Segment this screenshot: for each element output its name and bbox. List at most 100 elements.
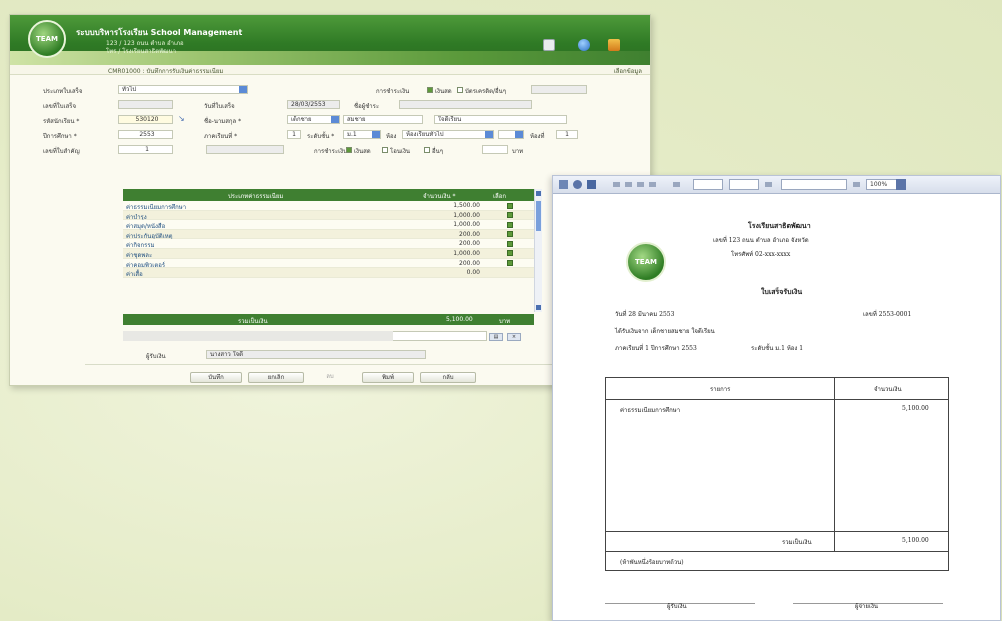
credit-radio[interactable]	[457, 87, 463, 93]
fee-select-checkbox[interactable]	[507, 202, 513, 209]
fee-select-checkbox[interactable]	[507, 212, 513, 219]
table-row[interactable]: ค่าบำรุง 1,000.00	[123, 210, 534, 221]
next-page-icon[interactable]	[637, 182, 644, 187]
table-row[interactable]: ค่าธรรมเนียมการศึกษา 1,500.00	[123, 201, 534, 211]
table-scrollbar[interactable]	[534, 189, 542, 312]
save-button[interactable]: บันทึก	[190, 372, 242, 383]
scroll-down-icon[interactable]	[536, 305, 541, 310]
print-button[interactable]: พิมพ์	[362, 372, 414, 383]
refresh-icon[interactable]	[573, 180, 582, 189]
cashier-value: นางสาว ใจดี	[210, 351, 244, 358]
receipt-date: วันที่ 28 มีนาคม 2553	[615, 311, 675, 318]
last-page-icon[interactable]	[649, 182, 656, 187]
term-field[interactable]: 1	[287, 130, 301, 139]
total-bar: รวมเป็นเงิน 5,100.00 บาท	[123, 314, 534, 325]
receipt-total-label: รวมเป็นเงิน	[782, 539, 812, 546]
table-row[interactable]: ค่าชุดพละ 1,000.00	[123, 248, 534, 259]
receipt-date-value: 28/03/2553	[291, 101, 326, 108]
find-next-icon[interactable]	[853, 182, 860, 187]
table-row[interactable]: ค่าเสื้อ 0.00	[123, 268, 534, 278]
first-name-field[interactable]: สมชาย	[343, 115, 423, 124]
term-label: ภาคเรียนที่ *	[204, 133, 238, 140]
fee-select-checkbox[interactable]	[507, 260, 513, 267]
level-select[interactable]: ม.1	[343, 130, 381, 139]
transfer-check[interactable]	[382, 147, 388, 153]
chevron-down-icon[interactable]	[372, 131, 380, 138]
level-label: ระดับชั้น *	[307, 133, 335, 140]
level-value: ม.1	[347, 131, 357, 138]
student-id-field[interactable]: 530120	[118, 115, 173, 124]
chevron-down-icon[interactable]	[331, 116, 339, 123]
globe-icon[interactable]	[578, 39, 590, 51]
receipt-type-label: ประเภทใบเสร็จ	[43, 88, 83, 95]
room-type-select[interactable]: ห้องเรียนทั่วไป	[402, 130, 494, 139]
cash-check-label: เงินสด	[354, 148, 371, 155]
cashier-field[interactable]: นางสาว ใจดี	[206, 350, 426, 359]
fee-select-checkbox[interactable]	[507, 221, 513, 228]
other-check-label: อื่นๆ	[432, 148, 443, 155]
print-icon[interactable]	[587, 180, 596, 189]
chevron-down-icon[interactable]	[239, 86, 247, 93]
receipt-item-1-amount: 5,100.00	[902, 405, 929, 412]
page-number-field[interactable]	[693, 179, 723, 190]
fee-select-checkbox[interactable]	[507, 231, 513, 238]
exit-icon[interactable]	[608, 39, 620, 51]
academic-year-label: ปีการศึกษา *	[43, 133, 77, 140]
back-button[interactable]: กลับ	[420, 372, 476, 383]
first-page-icon[interactable]	[613, 182, 620, 187]
delete-button[interactable]: ลบ	[310, 372, 350, 383]
fee-select-checkbox[interactable]	[507, 240, 513, 247]
cash-radio[interactable]	[427, 87, 433, 93]
receipt-logo-text: TEAM	[635, 258, 657, 266]
table-row[interactable]: ค่าคอมพิวเตอร์ 200.00	[123, 258, 534, 269]
chevron-down-icon[interactable]	[896, 179, 906, 190]
fee-amount: 200.00	[459, 230, 480, 238]
receipt-type-select[interactable]: ทั่วไป	[118, 85, 248, 94]
academic-year-field[interactable]: 2553	[118, 130, 173, 139]
receipt-item-1: ค่าธรรมเนียมการศึกษา	[620, 407, 681, 414]
lookup-icon[interactable]: ↘	[178, 115, 186, 123]
table-row[interactable]: ค่าประกันอุบัติเหตุ 200.00	[123, 229, 534, 240]
scroll-up-icon[interactable]	[536, 191, 541, 196]
other-check[interactable]	[424, 147, 430, 153]
export-icon[interactable]	[559, 180, 568, 189]
chevron-down-icon[interactable]	[485, 131, 493, 138]
table-row[interactable]: ค่ากิจกรรม 200.00	[123, 239, 534, 249]
find-field[interactable]	[781, 179, 847, 190]
print-icon[interactable]	[543, 39, 555, 51]
find-icon[interactable]	[765, 182, 772, 187]
total-label: รวมเป็นเงิน	[238, 318, 268, 325]
last-name-field[interactable]: ใจดีเรียน	[434, 115, 567, 124]
prev-page-icon[interactable]	[625, 182, 632, 187]
signature-payer: ผู้จ่ายเงิน	[855, 603, 878, 610]
receipt-no-field[interactable]	[118, 100, 173, 109]
receipt-term: ภาคเรียนที่ 1 ปีการศึกษา 2553	[615, 345, 697, 352]
fee-amount: 1,000.00	[453, 211, 480, 219]
payment-ref-field[interactable]	[531, 85, 587, 94]
fee-select-checkbox[interactable]	[507, 250, 513, 257]
level-short-select[interactable]	[498, 130, 524, 139]
cancel-button[interactable]: ยกเลิก	[248, 372, 304, 383]
calc-button[interactable]: ▤	[489, 333, 503, 341]
room-field[interactable]: 1	[556, 130, 578, 139]
last-name-value: ใจดีเรียน	[438, 116, 462, 123]
name-prefix-select[interactable]: เด็กชาย	[287, 115, 340, 124]
receipt-school-name: โรงเรียนสาธิตพัฒนา	[748, 221, 811, 230]
receipt-date-field[interactable]: 28/03/2553	[287, 100, 340, 109]
logo-text: TEAM	[36, 35, 58, 43]
page-indicator	[673, 182, 680, 187]
cash-check[interactable]	[346, 147, 352, 153]
table-row[interactable]: ค่าสมุด/หนังสือ 1,000.00	[123, 220, 534, 230]
scroll-thumb[interactable]	[536, 201, 541, 231]
voucher-detail-field[interactable]	[206, 145, 284, 154]
clear-button[interactable]: ×	[507, 333, 521, 341]
receipt-logo: TEAM	[626, 242, 666, 282]
other-amount-field[interactable]	[482, 145, 508, 154]
breadcrumb-right-link[interactable]: เลือกข้อมูล	[614, 66, 642, 76]
header-select: เลือก	[493, 193, 506, 200]
page-total-field	[729, 179, 759, 190]
chevron-down-icon[interactable]	[515, 131, 523, 138]
receipt-no-label: เลขที่ใบเสร็จ	[43, 103, 76, 110]
voucher-no-field[interactable]: 1	[118, 145, 173, 154]
payer-name-field[interactable]	[399, 100, 532, 109]
